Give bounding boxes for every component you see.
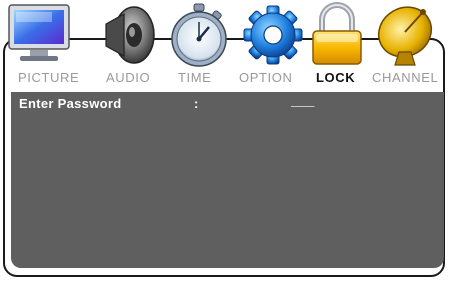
speaker-icon[interactable] xyxy=(94,2,160,68)
tab-audio[interactable]: AUDIO xyxy=(106,70,150,85)
password-input[interactable]: ___ xyxy=(291,94,314,109)
padlock-icon[interactable] xyxy=(304,2,370,68)
tab-channel[interactable]: CHANNEL xyxy=(372,70,438,85)
password-colon: : xyxy=(194,96,199,111)
lock-panel: Enter Password : ___ xyxy=(11,92,444,268)
gear-icon[interactable] xyxy=(240,2,306,68)
enter-password-label: Enter Password xyxy=(19,96,122,111)
satellite-dish-icon[interactable] xyxy=(373,2,439,68)
tab-time[interactable]: TIME xyxy=(178,70,211,85)
menu-icons xyxy=(0,0,449,72)
tab-picture[interactable]: PICTURE xyxy=(18,70,79,85)
tab-lock[interactable]: LOCK xyxy=(316,70,355,85)
tab-option[interactable]: OPTION xyxy=(239,70,292,85)
stopwatch-icon[interactable] xyxy=(166,2,232,68)
monitor-icon[interactable] xyxy=(6,2,72,68)
menu-tabs: PICTURE AUDIO TIME OPTION LOCK CHANNEL xyxy=(0,70,449,88)
